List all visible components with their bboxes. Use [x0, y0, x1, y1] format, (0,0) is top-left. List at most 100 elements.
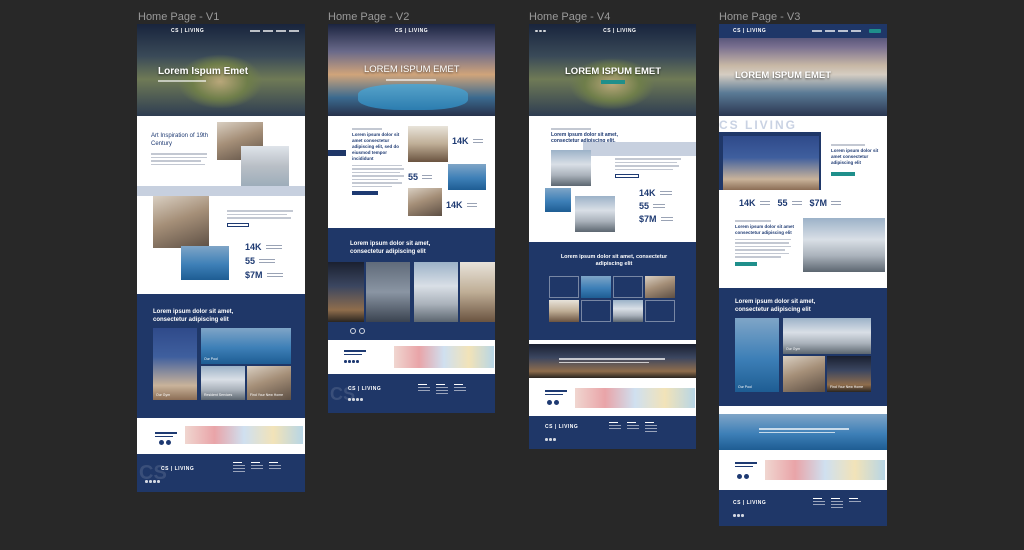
- artboard-v1[interactable]: CS | LIVING Lorem Ispum Emet Art Inspira…: [137, 24, 305, 492]
- card-pool[interactable]: Our Pool: [735, 318, 779, 392]
- intro-block: Lorem ipsum dolor sit amet, consectetur …: [551, 126, 621, 144]
- card-services[interactable]: Resident Services: [201, 366, 245, 400]
- stat: 14K: [245, 242, 283, 252]
- frame-label-v1[interactable]: Home Page - V1: [138, 11, 219, 23]
- card-gym[interactable]: Our Gym: [783, 318, 871, 354]
- linkedin-icon[interactable]: [744, 474, 749, 479]
- tower-image: [575, 196, 615, 232]
- learn-more-button[interactable]: [227, 222, 249, 227]
- amenities-heading: Lorem ipsum dolor sit amet, consectetur …: [153, 309, 234, 323]
- footer-social[interactable]: [733, 514, 744, 517]
- banner-image: [719, 414, 887, 450]
- facebook-icon[interactable]: [547, 400, 552, 405]
- nav-links[interactable]: [812, 30, 861, 32]
- footer-social[interactable]: [545, 438, 556, 441]
- intro-heading: Art Inspiration of 19th Century: [151, 133, 209, 147]
- hero-title: LOREM ISPUM EMET: [565, 66, 662, 77]
- footer-logo[interactable]: CS | LIVING: [161, 466, 194, 472]
- pool-thumb: [545, 188, 571, 212]
- footer-logo[interactable]: CS | LIVING: [733, 500, 766, 506]
- facebook-icon[interactable]: [737, 474, 742, 479]
- building-image: [803, 218, 885, 272]
- amenity-tile[interactable]: [549, 276, 579, 298]
- hero-title: LOREM ISPUM EMET: [735, 70, 832, 81]
- card-pool[interactable]: Our Pool: [201, 328, 291, 364]
- kitchen-image: [408, 126, 448, 162]
- social-icons[interactable]: [344, 360, 359, 363]
- footer-links[interactable]: [609, 422, 657, 432]
- linkedin-icon[interactable]: [166, 440, 171, 445]
- card[interactable]: [328, 262, 364, 322]
- social-feed: [185, 426, 303, 444]
- footer-logo[interactable]: CS | LIVING: [348, 386, 381, 392]
- stat: 14K: [446, 200, 477, 210]
- next-icon[interactable]: [359, 328, 365, 334]
- linkedin-icon[interactable]: [554, 400, 559, 405]
- amenity-tile[interactable]: [581, 300, 611, 322]
- prev-icon[interactable]: [350, 328, 356, 334]
- amenity-tile[interactable]: [613, 276, 643, 298]
- amenity-tile[interactable]: [645, 300, 675, 322]
- hero-section: CS | LIVING LOREM ISPUM EMET: [328, 24, 495, 116]
- facebook-icon[interactable]: [159, 440, 164, 445]
- amenity-tile[interactable]: [645, 276, 675, 298]
- card-find-home[interactable]: Find Your New Home: [827, 356, 871, 392]
- nav-links[interactable]: [250, 30, 299, 32]
- lobby-image: [723, 136, 819, 190]
- footer-links[interactable]: [813, 498, 861, 508]
- amenities-heading: Lorem ipsum dolor sit amet, consectetur …: [735, 299, 816, 313]
- social-feed: [394, 346, 494, 368]
- artboard-v2[interactable]: CS | LIVING LOREM ISPUM EMET Lorem ipsum…: [328, 24, 495, 413]
- card-room[interactable]: [783, 356, 825, 392]
- footer-links[interactable]: [233, 462, 281, 472]
- frame-label-v3[interactable]: Home Page - V3: [719, 11, 800, 23]
- brand-logo[interactable]: CS | LIVING: [171, 28, 204, 34]
- card-find-home[interactable]: Find Your New Home: [247, 366, 291, 400]
- read-more-button[interactable]: [735, 261, 757, 266]
- learn-more-button[interactable]: [615, 174, 639, 178]
- pool-image: [181, 246, 229, 280]
- living-room-image: [153, 196, 209, 248]
- stat: 55: [408, 172, 433, 182]
- top-nav: CS | LIVING: [719, 24, 887, 38]
- frame-label-v2[interactable]: Home Page - V2: [328, 11, 409, 23]
- footer: CS CS | LIVING: [137, 454, 305, 492]
- artboard-v3[interactable]: CS | LIVING LOREM ISPUM EMET CS LIVING L…: [719, 24, 887, 526]
- card[interactable]: [366, 262, 410, 322]
- amenity-tile[interactable]: [613, 300, 643, 322]
- footer-links[interactable]: [418, 384, 466, 394]
- amenities-heading: Lorem ipsum dolor sit amet, consectetur …: [560, 254, 668, 267]
- brand-logo[interactable]: CS | LIVING: [395, 28, 428, 34]
- footer-social[interactable]: [145, 480, 160, 483]
- hero-section: CS | LIVING LOREM ISPUM EMET: [529, 24, 696, 116]
- about-heading: Lorem ipsum dolor sit amet consectetur a…: [735, 223, 795, 235]
- brand-logo[interactable]: CS | LIVING: [603, 28, 636, 34]
- building-image: [551, 150, 591, 186]
- learn-more-button[interactable]: [831, 171, 855, 176]
- card-gym[interactable]: Our Gym: [153, 328, 197, 400]
- pool-image: [358, 84, 468, 110]
- footer-social[interactable]: [348, 398, 363, 401]
- amenity-tile[interactable]: [581, 276, 611, 298]
- amenity-tile[interactable]: [549, 300, 579, 322]
- intro-section: Lorem ipsum dolor sit amet, consectetur …: [529, 116, 696, 242]
- amenities-section: Lorem ipsum dolor sit amet, consectetur …: [719, 288, 887, 406]
- stat: 55: [778, 198, 802, 208]
- hero-button[interactable]: [601, 80, 625, 84]
- frame-label-v4[interactable]: Home Page - V4: [529, 11, 610, 23]
- nav-cta-button[interactable]: [869, 29, 881, 33]
- watermark-text: CS LIVING: [719, 118, 798, 132]
- hero-section: CS | LIVING LOREM ISPUM EMET: [719, 24, 887, 116]
- learn-more-button[interactable]: [352, 191, 378, 195]
- text-block: [227, 208, 297, 227]
- top-social[interactable]: [535, 29, 546, 33]
- footer-logo[interactable]: CS | LIVING: [545, 424, 578, 430]
- artboard-v4[interactable]: CS | LIVING LOREM ISPUM EMET Lorem ipsum…: [529, 24, 696, 449]
- card[interactable]: [414, 262, 458, 322]
- card[interactable]: [460, 262, 495, 322]
- brand-logo[interactable]: CS | LIVING: [733, 28, 766, 34]
- band: [137, 186, 305, 196]
- social-icons: [547, 400, 559, 405]
- stats-block: 14K 55 $7M: [639, 188, 673, 224]
- carousel-controls[interactable]: [350, 328, 365, 334]
